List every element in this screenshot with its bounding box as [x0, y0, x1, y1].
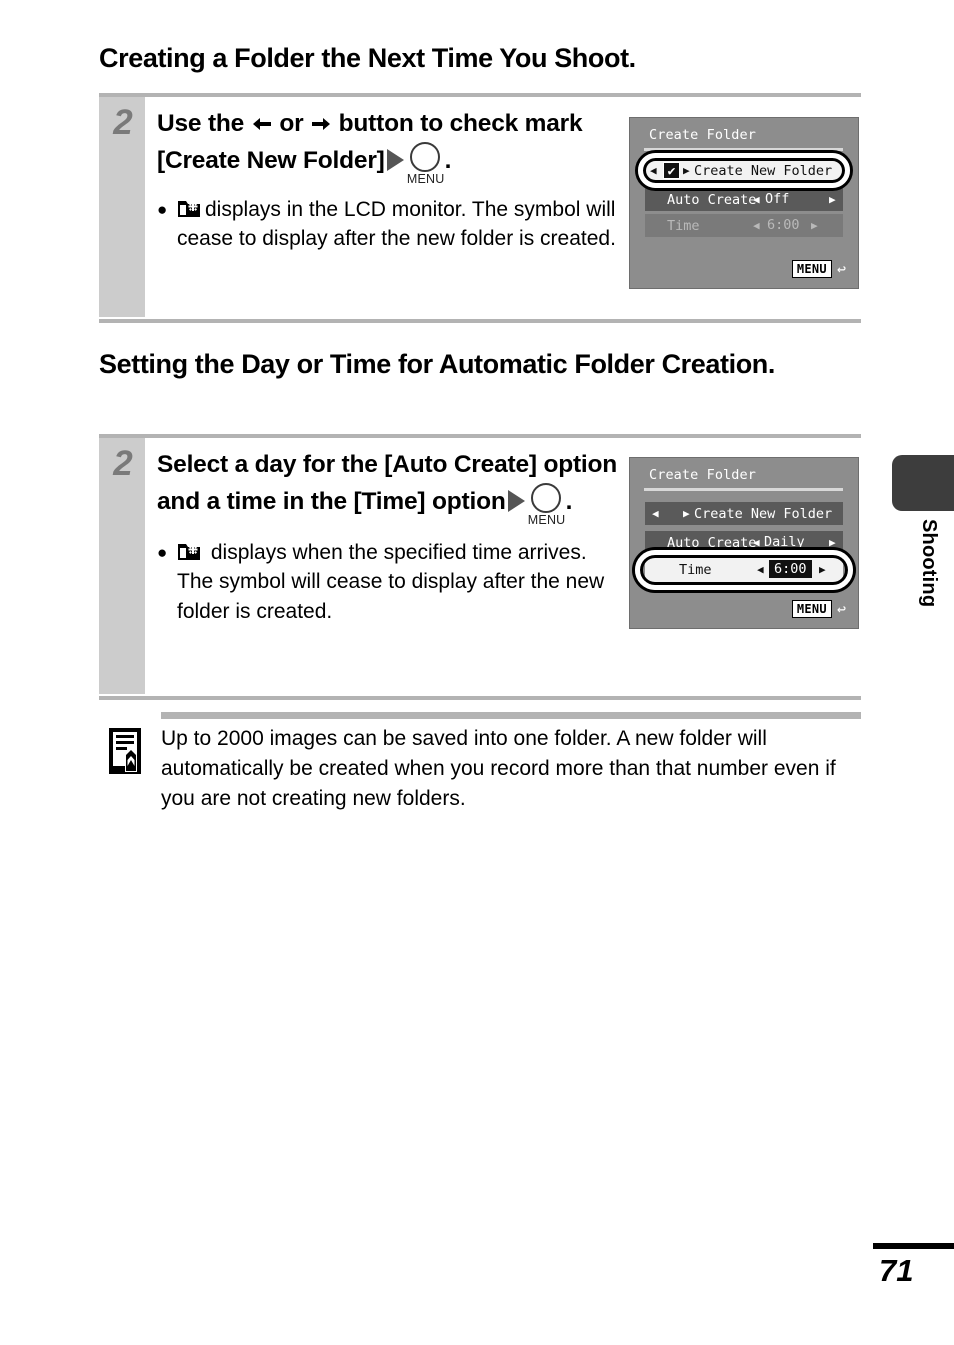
lcd-row-label: Time [679, 562, 712, 578]
bullet-dot-icon: ● [157, 542, 168, 562]
right-caret-icon: ▶ [683, 164, 690, 177]
new-folder-icon [177, 541, 202, 563]
step-bottom-rule [99, 696, 861, 700]
lcd-screen-create-folder-time: Create Folder ◀ ▶ Create New Folder Auto… [629, 457, 859, 629]
lcd-row-value: Off [765, 191, 790, 207]
lcd-row-time[interactable]: Time ◀ 6:00 ▶ [645, 557, 843, 583]
lcd-row-label: Auto Create [667, 191, 757, 208]
right-caret-icon: ▶ [683, 507, 690, 520]
left-caret-icon: ◀ [757, 563, 764, 576]
footer-rule [873, 1243, 954, 1249]
step-text-part-4: . [444, 146, 452, 174]
right-caret-icon: ▶ [829, 536, 836, 549]
lcd-row-value: 6:00 [767, 217, 800, 233]
right-caret-icon: ▶ [811, 219, 818, 232]
step-text-part-1: Use the [157, 110, 245, 137]
left-caret-icon: ◀ [652, 507, 659, 520]
step-text-part-2: or [279, 110, 304, 137]
left-caret-icon: ◀ [753, 219, 760, 232]
step-bullets: ● [157, 195, 627, 255]
lcd-row-label: Auto Create [667, 534, 757, 551]
lcd-row-create-new-folder[interactable]: ◀ ✔ ▶ Create New Folder [645, 159, 843, 182]
lcd-title-rule [644, 148, 843, 151]
step-bottom-rule [99, 319, 861, 323]
right-caret-icon: ▶ [819, 563, 826, 576]
side-tab-swatch [892, 455, 954, 511]
page-number: 71 [879, 1253, 914, 1288]
step-top-rule [99, 434, 861, 438]
section-heading: Setting the Day or Time for Automatic Fo… [99, 349, 775, 379]
step-text-part-4: . [565, 487, 573, 515]
lcd-title: Create Folder [649, 467, 756, 483]
bullet-content: displays when the specified time arrives… [177, 538, 627, 627]
lcd-menu-hint: MENU ↩ [791, 259, 846, 278]
left-arrow-icon [251, 115, 273, 133]
bullet-content: displays in the LCD monitor. The symbol … [177, 195, 627, 255]
step-instruction: Use the or button to check mark [Create … [157, 107, 627, 186]
lcd-row-value: Daily [764, 534, 805, 550]
side-tab-label: Shooting [918, 519, 940, 608]
lcd-row-auto-create[interactable]: Auto Create ◀ Off ▶ [645, 188, 843, 211]
play-triangle-icon [386, 148, 404, 171]
lcd-title-rule [644, 488, 843, 491]
lcd-row-create-new-folder[interactable]: ◀ ▶ Create New Folder [645, 502, 843, 525]
menu-button-icon: MENU [528, 482, 565, 527]
left-caret-icon: ◀ [753, 536, 760, 549]
lcd-title: Create Folder [649, 127, 756, 143]
step-number: 2 [113, 444, 133, 483]
right-arrow-icon [310, 115, 332, 133]
page-title: Creating a Folder the Next Time You Shoo… [99, 43, 636, 73]
menu-badge: MENU [791, 600, 832, 618]
return-arrow-icon: ↩ [836, 599, 846, 618]
lcd-row-value[interactable]: 6:00 [769, 560, 812, 578]
lcd-row-time[interactable]: Time ◀ 6:00 ▶ [645, 214, 843, 237]
step-instruction: Select a day for the [Auto Create] optio… [157, 448, 627, 527]
note-text: Up to 2000 images can be saved into one … [161, 727, 836, 810]
menu-badge: MENU [791, 260, 832, 278]
lcd-row-label: Create New Folder [694, 505, 833, 522]
right-caret-icon: ▶ [829, 193, 836, 206]
lcd-row-auto-create[interactable]: Auto Create ◀ Daily ▶ [645, 531, 843, 554]
bullet-text: displays in the LCD monitor. The symbol … [177, 197, 616, 251]
menu-ring [530, 482, 561, 513]
left-caret-icon: ◀ [753, 193, 760, 206]
lcd-screen-create-folder-checkmark: Create Folder ◀ ✔ ▶ Create New Folder Au… [629, 117, 859, 289]
manual-page: Creating a Folder the Next Time You Shoo… [0, 0, 954, 1345]
bullet-text: displays when the specified time arrives… [177, 540, 605, 624]
bullet-item: ● [157, 195, 627, 255]
note-top-rule [161, 712, 861, 719]
bullet-item: ● [157, 538, 627, 627]
play-triangle-icon [507, 489, 525, 512]
step-top-rule [99, 93, 861, 97]
return-arrow-icon: ↩ [836, 259, 846, 278]
step-number: 2 [113, 103, 133, 142]
menu-button-label: MENU [527, 512, 566, 527]
step-body: Select a day for the [Auto Create] optio… [157, 448, 627, 627]
step-bullets: ● [157, 538, 627, 627]
lcd-menu-hint: MENU ↩ [791, 599, 846, 618]
memo-pencil-icon [107, 726, 149, 778]
bullet-dot-icon: ● [157, 199, 168, 219]
menu-ring [409, 141, 440, 172]
menu-button-icon: MENU [407, 141, 444, 186]
checkbox-checked-icon[interactable]: ✔ [663, 162, 680, 179]
menu-button-label: MENU [406, 171, 445, 186]
new-folder-icon [177, 198, 202, 220]
left-caret-icon: ◀ [650, 164, 657, 177]
step-body: Use the or button to check mark [Create … [157, 107, 627, 254]
